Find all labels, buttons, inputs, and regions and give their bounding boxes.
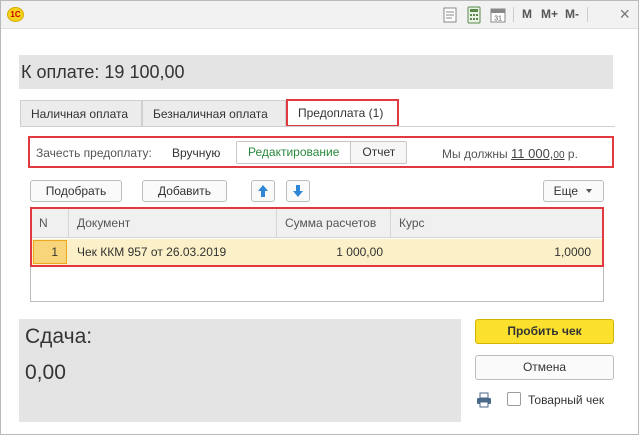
report-mode-button[interactable]: Отчет: [351, 142, 406, 163]
prepayment-mode-manual[interactable]: Вручную: [172, 146, 220, 160]
add-button[interactable]: Добавить: [142, 180, 227, 202]
arrow-up-icon: [258, 185, 268, 197]
memory-button[interactable]: M: [522, 7, 532, 21]
toolbar-separator: [513, 7, 514, 22]
toolbar-separator: [587, 7, 588, 22]
more-button[interactable]: Еще: [543, 180, 604, 202]
title-bar: 1C 31 M M+ M- ×: [1, 1, 638, 29]
memory-minus-button[interactable]: M-: [565, 7, 579, 21]
change-label: Сдача:: [25, 325, 93, 348]
close-icon[interactable]: ×: [619, 4, 630, 25]
we-owe-prefix: Мы должны: [442, 147, 508, 161]
cancel-button[interactable]: Отмена: [475, 355, 614, 380]
move-down-button[interactable]: [286, 180, 310, 202]
printer-icon[interactable]: [476, 392, 492, 408]
cell-n[interactable]: 1: [33, 240, 67, 264]
tab-divider: [20, 126, 615, 127]
prepayment-table: N Документ Сумма расчетов Курс 1 Чек ККМ…: [30, 207, 604, 302]
app-logo-icon: 1C: [7, 7, 24, 22]
table-header: N Документ Сумма расчетов Курс: [31, 208, 603, 238]
chevron-down-icon: [586, 189, 593, 193]
col-header-rate[interactable]: Курс: [391, 208, 603, 238]
cell-sum[interactable]: 1 000,00: [277, 239, 391, 265]
goods-check-label[interactable]: Товарный чек: [528, 393, 604, 407]
cell-document[interactable]: Чек ККМ 957 от 26.03.2019: [69, 239, 277, 265]
we-owe-suffix: р.: [567, 147, 578, 161]
calculator-icon[interactable]: [465, 6, 483, 24]
calendar-day-text: 31: [494, 16, 502, 23]
document-print-icon[interactable]: [441, 6, 459, 24]
col-header-document[interactable]: Документ: [69, 208, 277, 238]
change-value: 0,00: [25, 361, 66, 384]
arrow-down-icon: [293, 185, 303, 197]
table-row[interactable]: 1 Чек ККМ 957 от 26.03.2019 1 000,00 1,0…: [31, 239, 603, 265]
goods-check-checkbox[interactable]: [507, 392, 521, 406]
we-owe-amount-link[interactable]: 11 000,00: [511, 146, 565, 161]
col-header-n[interactable]: N: [31, 208, 69, 238]
we-owe-kopecks: 00: [553, 150, 565, 161]
cell-rate[interactable]: 1,0000: [391, 239, 599, 265]
calendar-icon[interactable]: 31: [489, 6, 507, 24]
change-panel: Сдача: 0,00: [19, 319, 461, 422]
we-owe-amount: 11 000,: [511, 146, 554, 161]
view-mode-switch: Редактирование Отчет: [236, 141, 408, 164]
pick-button[interactable]: Подобрать: [30, 180, 122, 202]
edit-mode-button[interactable]: Редактирование: [237, 142, 352, 163]
amount-due: К оплате: 19 100,00: [19, 55, 613, 89]
memory-plus-button[interactable]: M+: [541, 7, 558, 21]
col-header-sum[interactable]: Сумма расчетов: [277, 208, 391, 238]
tab-cashless[interactable]: Безналичная оплата: [142, 100, 286, 126]
tab-prepayment[interactable]: Предоплата (1): [286, 99, 399, 127]
we-owe-text: Мы должны 11 000,00 р.: [442, 146, 578, 161]
payment-window: 1C 31 M M+ M- × К оплате: 19 100,00 Нали…: [0, 0, 639, 435]
prepayment-label: Зачесть предоплату:: [36, 146, 152, 160]
tab-cash[interactable]: Наличная оплата: [20, 100, 142, 126]
move-up-button[interactable]: [251, 180, 275, 202]
prepayment-offset-row: Зачесть предоплату: Вручную Редактирован…: [28, 136, 614, 168]
print-check-button[interactable]: Пробить чек: [475, 319, 614, 344]
more-label: Еще: [553, 184, 579, 198]
